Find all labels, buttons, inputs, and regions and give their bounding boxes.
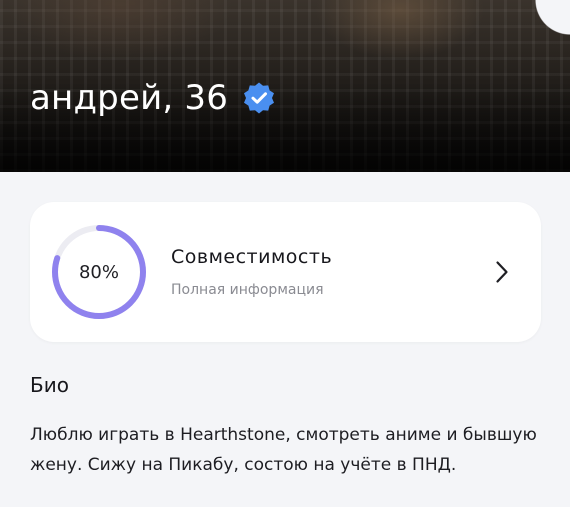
compatibility-percent: 80% (78, 261, 119, 283)
chevron-right-icon[interactable] (495, 260, 509, 284)
profile-photo[interactable]: андрей, 36 (0, 0, 570, 172)
name-row: андрей, 36 (30, 78, 276, 118)
profile-screen: андрей, 36 80% Совместимость Полная инфо… (0, 0, 570, 507)
bio-heading: Био (30, 373, 69, 397)
compatibility-subtitle: Полная информация (171, 282, 324, 298)
profile-name-age: андрей, 36 (30, 78, 229, 118)
compatibility-card[interactable]: 80% Совместимость Полная информация (30, 202, 541, 342)
photo-corner (500, 0, 570, 40)
verified-badge-icon (244, 82, 275, 114)
bio-text: Люблю играть в Hearthstone, смотреть ани… (30, 425, 537, 475)
compatibility-title: Совместимость (171, 246, 333, 268)
